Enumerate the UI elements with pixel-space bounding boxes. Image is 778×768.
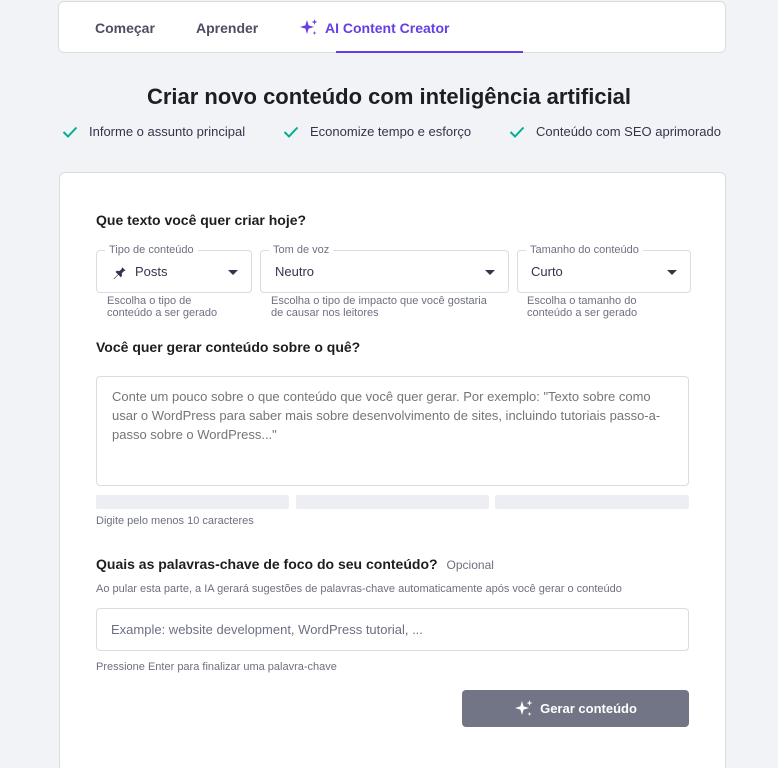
length-select[interactable]: Tamanho do conteúdo Curto <box>517 243 691 293</box>
keywords-input[interactable] <box>96 608 689 651</box>
tab-label: Aprender <box>196 20 259 36</box>
select-value: Curto <box>531 264 563 279</box>
check-icon <box>283 126 299 138</box>
select-helper: Escolha o tipo de impacto que você gosta… <box>271 295 487 319</box>
benefit-item: Conteúdo com SEO aprimorado <box>509 124 721 139</box>
select-legend: Tipo de conteúdo <box>105 243 198 257</box>
tab-label: Começar <box>95 20 155 36</box>
top-tabs: Começar Aprender AI Content Creator <box>58 1 726 53</box>
tone-select[interactable]: Tom de voz Neutro <box>260 243 509 293</box>
chevron-down-icon <box>667 270 677 275</box>
select-legend: Tom de voz <box>269 243 334 257</box>
check-icon <box>509 126 525 138</box>
select-value: Neutro <box>275 264 315 279</box>
section-title-topic: Você quer gerar conteúdo sobre o quê? <box>96 339 361 355</box>
benefit-item: Economize tempo e esforço <box>283 124 471 139</box>
optional-label: Opcional <box>446 558 494 572</box>
select-helper: Escolha o tamanho do conteúdo a ser gera… <box>527 295 638 319</box>
select-helper: Escolha o tipo de conteúdo a ser gerado <box>107 295 218 319</box>
pin-icon <box>111 264 127 280</box>
select-legend: Tamanho do conteúdo <box>526 243 643 257</box>
keywords-heading: Quais as palavras-chave de foco do seu c… <box>96 556 494 572</box>
progress-segment <box>296 495 489 509</box>
content-type-select[interactable]: Tipo de conteúdo Posts <box>96 243 252 293</box>
content-form-card: Que texto você quer criar hoje? Tipo de … <box>59 172 726 768</box>
benefit-label: Economize tempo e esforço <box>310 124 472 139</box>
keywords-helper: Pressione Enter para finalizar uma palav… <box>96 661 337 673</box>
section-title-text-type: Que texto você quer criar hoje? <box>96 212 307 228</box>
check-icon <box>62 126 78 138</box>
tab-comecar[interactable]: Começar <box>95 2 155 54</box>
keywords-description: Ao pular esta parte, a IA gerará sugestõ… <box>96 583 622 595</box>
topic-helper: Digite pelo menos 10 caracteres <box>96 515 254 527</box>
active-tab-indicator <box>336 51 523 53</box>
chevron-down-icon <box>228 270 238 275</box>
topic-textarea[interactable] <box>96 376 689 486</box>
progress-segment <box>495 495 689 509</box>
benefit-label: Informe o assunto principal <box>89 124 246 139</box>
progress-segment <box>96 495 289 509</box>
generate-content-button[interactable]: Gerar conteúdo <box>462 690 689 727</box>
section-title-keywords: Quais as palavras-chave de foco do seu c… <box>96 556 438 572</box>
chevron-down-icon <box>485 270 495 275</box>
sparkle-icon <box>299 18 319 38</box>
tab-ai-content-creator[interactable]: AI Content Creator <box>299 2 449 54</box>
benefit-item: Informe o assunto principal <box>62 124 245 139</box>
tab-label: AI Content Creator <box>325 20 450 36</box>
tab-aprender[interactable]: Aprender <box>196 2 258 54</box>
page-title: Criar novo conteúdo com inteligência art… <box>146 84 632 109</box>
generate-button-label: Gerar conteúdo <box>540 701 637 716</box>
benefit-label: Conteúdo com SEO aprimorado <box>536 124 721 139</box>
select-value: Posts <box>135 264 168 279</box>
sparkle-icon <box>514 699 534 719</box>
